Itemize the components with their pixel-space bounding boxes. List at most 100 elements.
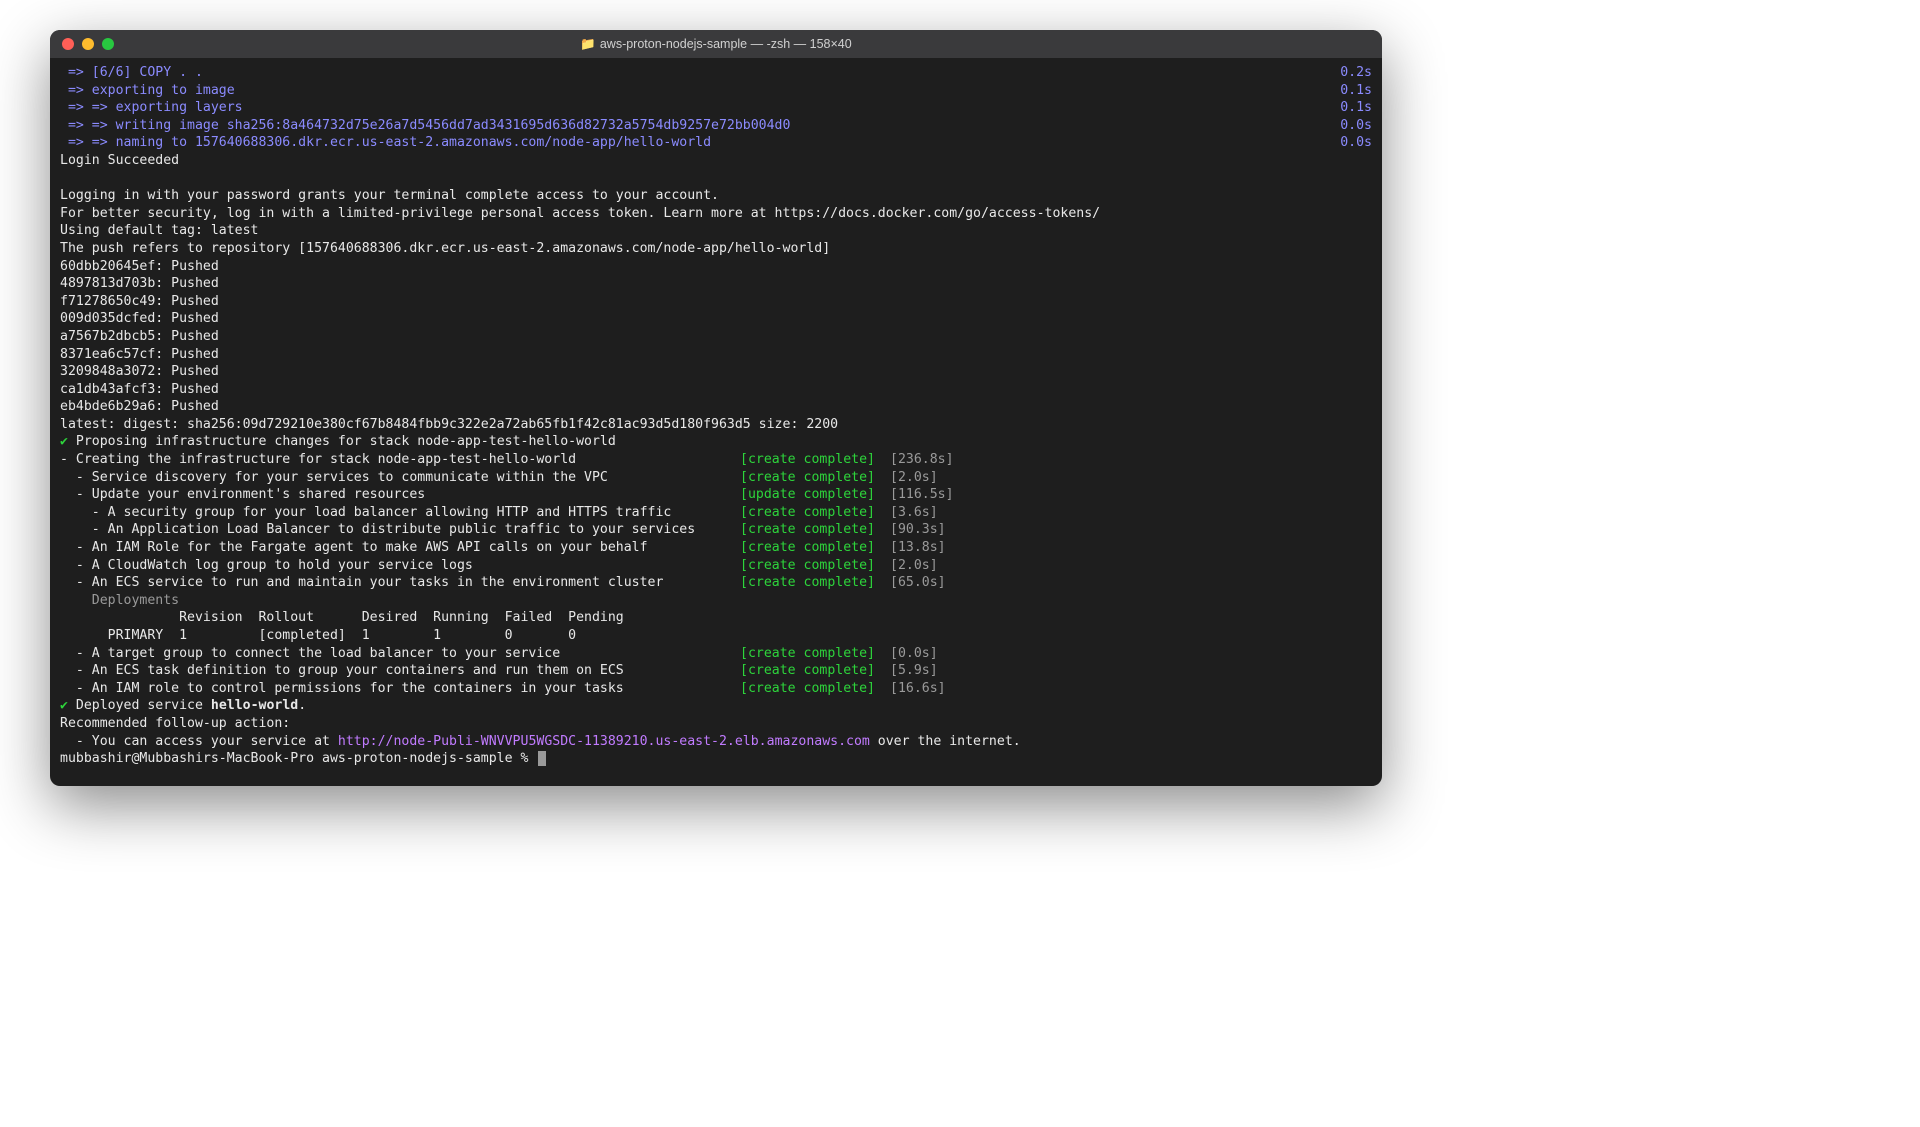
- output-line: eb4bde6b29a6: Pushed: [60, 398, 1372, 416]
- infra-status: [create complete]: [740, 451, 890, 469]
- followup-line: - You can access your service at http://…: [60, 733, 1372, 751]
- check-icon: ✔: [60, 698, 68, 713]
- build-step: => => naming to 157640688306.dkr.ecr.us-…: [60, 134, 711, 152]
- infra-row: - An ECS task definition to group your c…: [60, 662, 1372, 680]
- output-line: 009d035dcfed: Pushed: [60, 310, 1372, 328]
- infra-desc: - A CloudWatch log group to hold your se…: [60, 557, 740, 575]
- build-line: => => exporting layers 0.1s: [60, 99, 1372, 117]
- infra-time: [0.0s]: [890, 645, 938, 663]
- deployed-line: ✔ Deployed service hello-world.: [60, 697, 1372, 715]
- output-line: The push refers to repository [157640688…: [60, 240, 1372, 258]
- service-name: hello-world: [211, 698, 298, 713]
- zoom-icon[interactable]: [102, 38, 114, 50]
- infra-row: - A CloudWatch log group to hold your se…: [60, 557, 1372, 575]
- check-icon: ✔: [60, 434, 68, 449]
- infra-status: [create complete]: [740, 574, 890, 592]
- build-step: => => exporting layers: [60, 99, 243, 117]
- deployments-label: Deployments: [60, 592, 1372, 610]
- cursor-icon: [538, 751, 546, 766]
- output-line: 60dbb20645ef: Pushed: [60, 258, 1372, 276]
- output-line: 8371ea6c57cf: Pushed: [60, 346, 1372, 364]
- titlebar: 📁 aws-proton-nodejs-sample — -zsh — 158×4…: [50, 30, 1382, 58]
- infra-status: [create complete]: [740, 521, 890, 539]
- build-timing: 0.0s: [1340, 134, 1372, 152]
- build-step: => => writing image sha256:8a464732d75e2…: [60, 117, 790, 135]
- infra-time: [16.6s]: [890, 680, 946, 698]
- infra-desc: - Update your environment's shared resou…: [60, 486, 740, 504]
- infra-row: - An IAM role to control permissions for…: [60, 680, 1372, 698]
- output-line: Logging in with your password grants you…: [60, 187, 1372, 205]
- infra-time: [13.8s]: [890, 539, 946, 557]
- infra-row: - Creating the infrastructure for stack …: [60, 451, 1372, 469]
- output-line: Using default tag: latest: [60, 222, 1372, 240]
- build-line: => => naming to 157640688306.dkr.ecr.us-…: [60, 134, 1372, 152]
- infra-status: [create complete]: [740, 662, 890, 680]
- infra-row: - An IAM Role for the Fargate agent to m…: [60, 539, 1372, 557]
- output-line: f71278650c49: Pushed: [60, 293, 1372, 311]
- traffic-lights: [62, 38, 114, 50]
- deployments-header: Revision Rollout Desired Running Failed …: [60, 609, 1372, 627]
- output-line: 3209848a3072: Pushed: [60, 363, 1372, 381]
- infra-status: [update complete]: [740, 486, 890, 504]
- infra-status: [create complete]: [740, 680, 890, 698]
- infra-row: - Service discovery for your services to…: [60, 469, 1372, 487]
- build-line: => => writing image sha256:8a464732d75e2…: [60, 117, 1372, 135]
- build-timing: 0.1s: [1340, 99, 1372, 117]
- title-folder: aws-proton-nodejs-sample: [600, 37, 747, 51]
- infra-row: - An Application Load Balancer to distri…: [60, 521, 1372, 539]
- deployments-row: PRIMARY 1 [completed] 1 1 0 0: [60, 627, 1372, 645]
- build-timing: 0.0s: [1340, 117, 1372, 135]
- build-step: => exporting to image: [60, 82, 235, 100]
- infra-status: [create complete]: [740, 557, 890, 575]
- infra-desc: - An ECS task definition to group your c…: [60, 662, 740, 680]
- minimize-icon[interactable]: [82, 38, 94, 50]
- infra-time: [3.6s]: [890, 504, 938, 522]
- infra-time: [2.0s]: [890, 469, 938, 487]
- folder-icon: 📁: [580, 37, 596, 51]
- terminal-body[interactable]: => [6/6] COPY . . 0.2s => exporting to im…: [50, 58, 1382, 786]
- service-url: http://node-Publi-WNVVPU5WGSDC-11389210.…: [338, 734, 870, 749]
- infra-row: - Update your environment's shared resou…: [60, 486, 1372, 504]
- recommended-label: Recommended follow-up action:: [60, 715, 1372, 733]
- build-timing: 0.2s: [1340, 64, 1372, 82]
- prompt-line[interactable]: mubbashir@Mubbashirs-MacBook-Pro aws-pro…: [60, 750, 1372, 768]
- infra-row: - An ECS service to run and maintain you…: [60, 574, 1372, 592]
- infra-row: - A target group to connect the load bal…: [60, 645, 1372, 663]
- infra-desc: - An Application Load Balancer to distri…: [60, 521, 740, 539]
- infra-status: [create complete]: [740, 504, 890, 522]
- close-icon[interactable]: [62, 38, 74, 50]
- build-step: => [6/6] COPY . .: [60, 64, 203, 82]
- output-line: ca1db43afcf3: Pushed: [60, 381, 1372, 399]
- propose-line: ✔ Proposing infrastructure changes for s…: [60, 433, 1372, 451]
- output-line: latest: digest: sha256:09d729210e380cf67…: [60, 416, 1372, 434]
- infra-desc: - Service discovery for your services to…: [60, 469, 740, 487]
- infra-desc: - An IAM Role for the Fargate agent to m…: [60, 539, 740, 557]
- infra-status: [create complete]: [740, 645, 890, 663]
- infra-desc: - Creating the infrastructure for stack …: [60, 451, 740, 469]
- infra-desc: - An IAM role to control permissions for…: [60, 680, 740, 698]
- infra-time: [236.8s]: [890, 451, 954, 469]
- window-title: 📁 aws-proton-nodejs-sample — -zsh — 158×4…: [50, 37, 1382, 52]
- infra-time: [65.0s]: [890, 574, 946, 592]
- infra-time: [5.9s]: [890, 662, 938, 680]
- output-line: a7567b2dbcb5: Pushed: [60, 328, 1372, 346]
- infra-desc: - A target group to connect the load bal…: [60, 645, 740, 663]
- terminal-window: 📁 aws-proton-nodejs-sample — -zsh — 158×4…: [50, 30, 1382, 786]
- infra-time: [116.5s]: [890, 486, 954, 504]
- infra-time: [2.0s]: [890, 557, 938, 575]
- build-timing: 0.1s: [1340, 82, 1372, 100]
- output-line: [60, 170, 1372, 188]
- output-line: For better security, log in with a limit…: [60, 205, 1372, 223]
- output-line: 4897813d703b: Pushed: [60, 275, 1372, 293]
- output-line: Login Succeeded: [60, 152, 1372, 170]
- shell-prompt: mubbashir@Mubbashirs-MacBook-Pro aws-pro…: [60, 751, 536, 766]
- infra-row: - A security group for your load balance…: [60, 504, 1372, 522]
- title-suffix: — -zsh — 158×40: [747, 37, 852, 51]
- infra-status: [create complete]: [740, 469, 890, 487]
- build-line: => exporting to image 0.1s: [60, 82, 1372, 100]
- build-line: => [6/6] COPY . . 0.2s: [60, 64, 1372, 82]
- infra-status: [create complete]: [740, 539, 890, 557]
- infra-time: [90.3s]: [890, 521, 946, 539]
- infra-desc: - An ECS service to run and maintain you…: [60, 574, 740, 592]
- infra-desc: - A security group for your load balance…: [60, 504, 740, 522]
